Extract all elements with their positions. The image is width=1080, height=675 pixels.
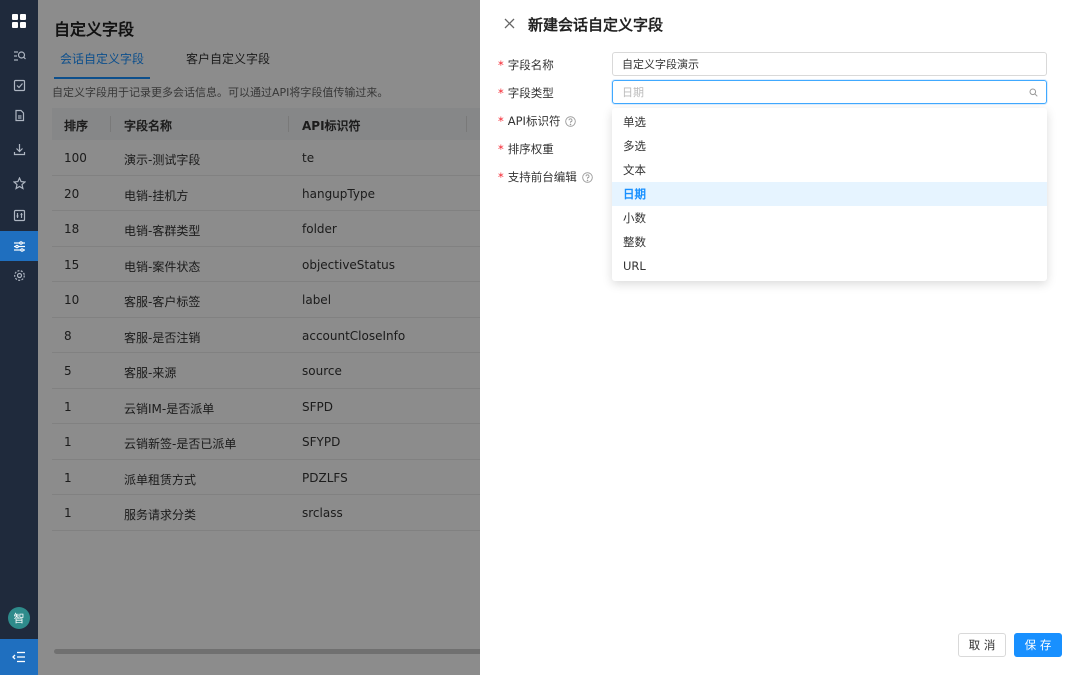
user-avatar[interactable]: 智: [8, 607, 30, 629]
help-icon[interactable]: [581, 171, 593, 183]
field-type-label-text: 字段类型: [507, 86, 554, 100]
drawer-title: 新建会话自定义字段: [528, 16, 664, 34]
collapse-menu-icon[interactable]: [0, 639, 38, 675]
field-name-label: * 字段名称: [498, 57, 554, 73]
dropdown-option[interactable]: 单选: [612, 110, 1047, 134]
close-icon[interactable]: [500, 14, 518, 32]
app-grid-icon[interactable]: [4, 6, 34, 36]
nav-settings-gear-icon[interactable]: [0, 260, 38, 290]
nav-document-icon[interactable]: [0, 100, 38, 130]
help-icon[interactable]: [565, 115, 577, 127]
field-type-select[interactable]: 日期: [612, 80, 1047, 104]
dropdown-option[interactable]: 小数: [612, 206, 1047, 230]
nav-download-icon[interactable]: [0, 134, 38, 164]
api-identifier-label: * API标识符: [498, 113, 577, 129]
dropdown-option[interactable]: 多选: [612, 134, 1047, 158]
nav-sliders-box-icon[interactable]: [0, 200, 38, 230]
dropdown-option[interactable]: 整数: [612, 230, 1047, 254]
field-name-input[interactable]: 自定义字段演示: [612, 52, 1047, 76]
save-button[interactable]: 保 存: [1014, 633, 1062, 657]
dropdown-option[interactable]: URL: [612, 254, 1047, 278]
required-mark: *: [498, 58, 504, 72]
cancel-button[interactable]: 取 消: [958, 633, 1006, 657]
nav-star-icon[interactable]: [0, 168, 38, 198]
field-type-label: * 字段类型: [498, 85, 554, 101]
field-name-value: 自定义字段演示: [622, 58, 699, 71]
dropdown-option[interactable]: 日期: [612, 182, 1047, 206]
order-weight-label: * 排序权重: [498, 141, 554, 157]
api-identifier-label-text: API标识符: [507, 114, 561, 128]
order-weight-label-text: 排序权重: [507, 142, 554, 156]
search-icon: [1029, 88, 1038, 97]
required-mark: *: [498, 142, 504, 156]
required-mark: *: [498, 86, 504, 100]
field-type-dropdown: 单选 多选 文本 日期 小数 整数 URL: [612, 108, 1047, 281]
dropdown-option[interactable]: 文本: [612, 158, 1047, 182]
nav-search-list-icon[interactable]: [0, 40, 38, 70]
field-type-placeholder: 日期: [622, 86, 644, 99]
required-mark: *: [498, 170, 504, 184]
field-name-label-text: 字段名称: [507, 58, 554, 72]
new-field-drawer: 新建会话自定义字段 * 字段名称 自定义字段演示 * 字段类型 日期 * API…: [480, 0, 1080, 675]
nav-checklist-icon[interactable]: [0, 70, 38, 100]
required-mark: *: [498, 114, 504, 128]
left-nav: 智: [0, 0, 38, 675]
frontend-edit-label-text: 支持前台编辑: [507, 170, 577, 184]
nav-custom-fields-icon[interactable]: [0, 231, 38, 261]
frontend-edit-label: * 支持前台编辑: [498, 169, 593, 185]
